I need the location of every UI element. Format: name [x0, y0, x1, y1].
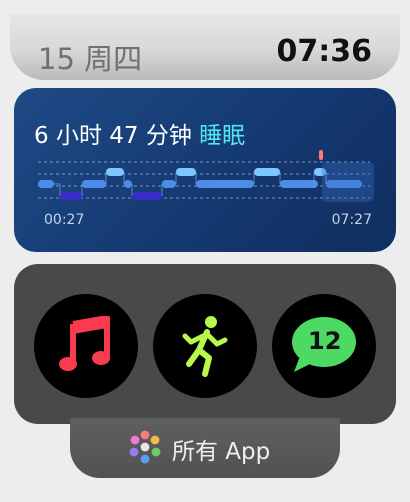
sleep-segment-awake [319, 150, 323, 160]
sleep-end-time: 07:27 [331, 212, 372, 228]
sleep-segment-core [280, 180, 318, 188]
sleep-start-time: 00:27 [44, 212, 85, 228]
sleep-segment-core [82, 180, 106, 188]
sleep-segment-core [124, 180, 132, 188]
sleep-segment-core [162, 180, 176, 188]
workout-app-button[interactable] [153, 294, 257, 398]
date-label: 15 周四 [38, 42, 143, 76]
sleep-stages-chart [38, 150, 374, 202]
running-figure-icon [182, 316, 228, 377]
sleep-category: 睡眠 [199, 123, 246, 149]
sleep-segment-core [196, 180, 254, 188]
status-bar: 15 周四 07:36 [10, 14, 400, 80]
clock-time: 07:36 [276, 34, 373, 69]
all-apps-label: 所有 App [172, 439, 271, 465]
sleep-segment-deep [132, 192, 162, 200]
music-app-button[interactable] [34, 294, 138, 398]
music-note-icon [59, 316, 110, 371]
sleep-segment-rem [254, 168, 280, 176]
sleep-duration: 6 小时 47 分钟 [34, 123, 192, 149]
app-shortcuts-panel: 12 [14, 264, 396, 424]
sleep-segment-rem [176, 168, 196, 176]
messages-badge: 12 [308, 327, 342, 355]
messages-app-button[interactable]: 12 [272, 294, 376, 398]
sleep-segment-core [38, 180, 54, 188]
sleep-segment-deep [60, 192, 82, 200]
sleep-widget[interactable]: 6 小时 47 分钟 睡眠 00:27 07:27 [14, 88, 396, 252]
sleep-summary: 6 小时 47 分钟 睡眠 [34, 116, 245, 150]
app-grid-icon [129, 430, 161, 464]
all-apps-button[interactable]: 所有 App [70, 418, 340, 478]
sleep-segment-rem [106, 168, 124, 176]
sleep-now-highlight [322, 162, 374, 202]
